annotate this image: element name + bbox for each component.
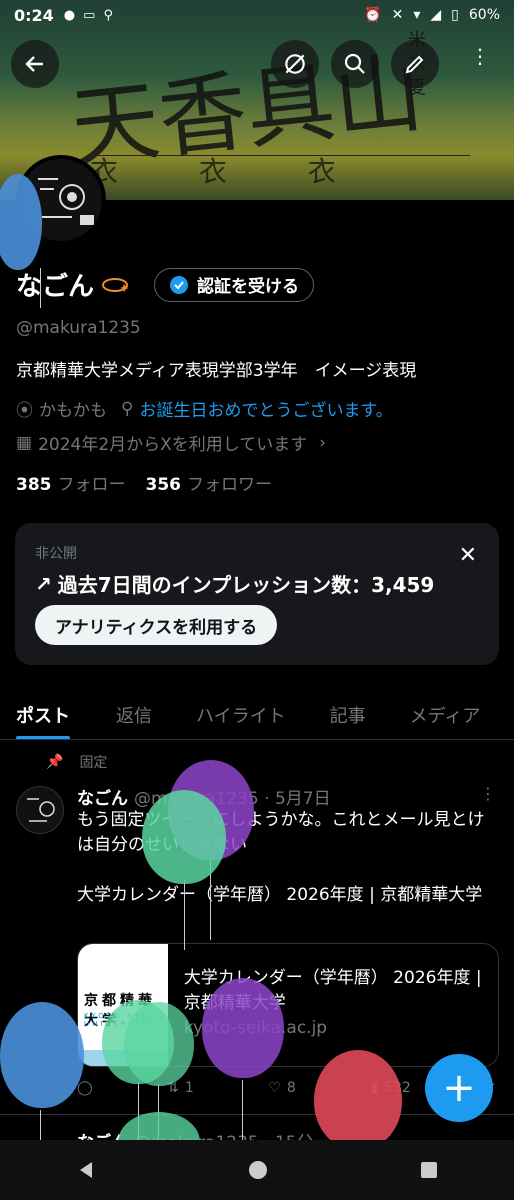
profile-meta-location: ⦿ かもかも ⚲ お誕生日おめでとうございます。 bbox=[16, 396, 393, 422]
battery-icon: ▯ bbox=[451, 7, 459, 23]
balloon-icon bbox=[124, 1002, 194, 1086]
impressions-title: ↗ 過去7日間のインプレッション数：3,459 bbox=[35, 571, 435, 598]
calendar-icon: ▦ bbox=[16, 432, 33, 453]
alarm-icon: ⏰ bbox=[364, 7, 382, 23]
line-icon: ▭ bbox=[83, 7, 96, 23]
profile-tabs: ポスト 返信 ハイライト 記事 メディア bbox=[0, 690, 514, 740]
display-name: なごん bbox=[16, 272, 95, 302]
location-icon: ⦿ bbox=[16, 401, 33, 421]
status-bar: 0:24 ● ▭ ⚲ ⏰ ✕ ▾ ◢ ▯ 60% bbox=[0, 0, 514, 30]
bio: 京都精華大学メディア表現学部3学年 イメージ表現 bbox=[16, 361, 417, 381]
plus-icon: + bbox=[442, 1065, 476, 1111]
impressions-card: 非公開 ✕ ↗ 過去7日間のインプレッション数：3,459 アナリティクスを利用… bbox=[15, 523, 499, 665]
like-button[interactable]: ♡ 8 bbox=[268, 1080, 295, 1096]
nav-recents-icon[interactable] bbox=[420, 1161, 438, 1179]
banner-row-text: 衣 衣 衣 bbox=[90, 155, 372, 188]
location-text: かもかも bbox=[39, 401, 107, 421]
search-icon bbox=[344, 53, 365, 74]
analytics-button[interactable]: アナリティクスを利用する bbox=[35, 605, 278, 645]
walk-icon: ⚲ bbox=[103, 7, 113, 23]
reply-button[interactable]: ◯ bbox=[77, 1080, 93, 1096]
avatar-image bbox=[27, 798, 55, 822]
back-arrow-icon bbox=[25, 56, 43, 72]
tab-replies[interactable]: 返信 bbox=[100, 690, 168, 739]
tab-media[interactable]: メディア bbox=[394, 690, 497, 739]
handle: @makura1235 bbox=[16, 318, 141, 338]
profile-meta-joined[interactable]: ▦ 2024年2月からXを利用しています › bbox=[16, 430, 327, 456]
link-icon: ⚲ bbox=[121, 398, 134, 419]
system-nav-bar bbox=[0, 1140, 514, 1200]
tab-posts[interactable]: ポスト bbox=[0, 690, 86, 739]
battery-percent: 60% bbox=[468, 7, 500, 23]
pinned-indicator: 📌 固定 bbox=[46, 754, 108, 771]
edit-button[interactable] bbox=[391, 40, 439, 88]
app-notification-icon: ● bbox=[63, 7, 76, 23]
nav-back-icon[interactable] bbox=[76, 1160, 96, 1180]
status-time: 0:24 bbox=[14, 5, 54, 25]
follow-stats: 385 フォロー 356 フォロワー bbox=[16, 470, 272, 495]
wifi-icon: ▾ bbox=[413, 7, 421, 23]
compose-button[interactable]: + bbox=[425, 1054, 493, 1122]
nav-home-icon[interactable] bbox=[247, 1159, 269, 1181]
balloon-icon bbox=[142, 790, 226, 884]
verify-label: 認証を受ける bbox=[197, 277, 300, 297]
close-icon[interactable]: ✕ bbox=[459, 543, 477, 568]
grok-icon bbox=[285, 54, 305, 74]
more-menu-icon[interactable]: ⋮ bbox=[470, 46, 490, 66]
pin-icon: 📌 bbox=[46, 754, 64, 770]
name-row: なごん 認証を受ける bbox=[16, 266, 315, 303]
balloon-icon bbox=[0, 1002, 84, 1108]
post-author[interactable]: なごん bbox=[77, 784, 128, 809]
search-button[interactable] bbox=[331, 40, 379, 88]
reply-icon: ◯ bbox=[77, 1080, 93, 1096]
verify-button[interactable]: 認証を受ける bbox=[154, 267, 315, 302]
following-link[interactable]: 385 フォロー bbox=[16, 470, 126, 495]
followers-link[interactable]: 356 フォロワー bbox=[146, 470, 273, 495]
post-text: もう固定ツイートにしようかな。これとメール見とけは自分のせいじゃない 大学カレン… bbox=[77, 810, 485, 905]
private-label: 非公開 bbox=[35, 546, 77, 562]
balloon-icon bbox=[202, 978, 284, 1078]
trend-up-icon: ↗ bbox=[35, 571, 52, 596]
back-button[interactable] bbox=[11, 40, 59, 88]
profile-link[interactable]: お誕生日おめでとうございます。 bbox=[139, 396, 392, 421]
tab-articles[interactable]: 記事 bbox=[314, 690, 382, 739]
mute-icon: ✕ bbox=[391, 7, 404, 23]
grok-button[interactable] bbox=[271, 40, 319, 88]
balloon-icon bbox=[314, 1050, 402, 1150]
status-notification-icons: ● ▭ ⚲ bbox=[64, 8, 113, 23]
verified-badge-icon bbox=[170, 275, 189, 294]
tab-highlights[interactable]: ハイライト bbox=[180, 690, 302, 739]
edit-icon bbox=[405, 55, 424, 74]
signal-icon: ◢ bbox=[430, 7, 442, 23]
joined-text: 2024年2月からXを利用しています bbox=[38, 435, 308, 455]
chevron-right-icon: › bbox=[319, 432, 327, 453]
post-more-icon[interactable]: ⋮ bbox=[480, 784, 496, 803]
post-avatar[interactable] bbox=[16, 786, 64, 834]
comet-emoji-icon bbox=[102, 277, 130, 292]
heart-icon: ♡ bbox=[268, 1080, 281, 1096]
